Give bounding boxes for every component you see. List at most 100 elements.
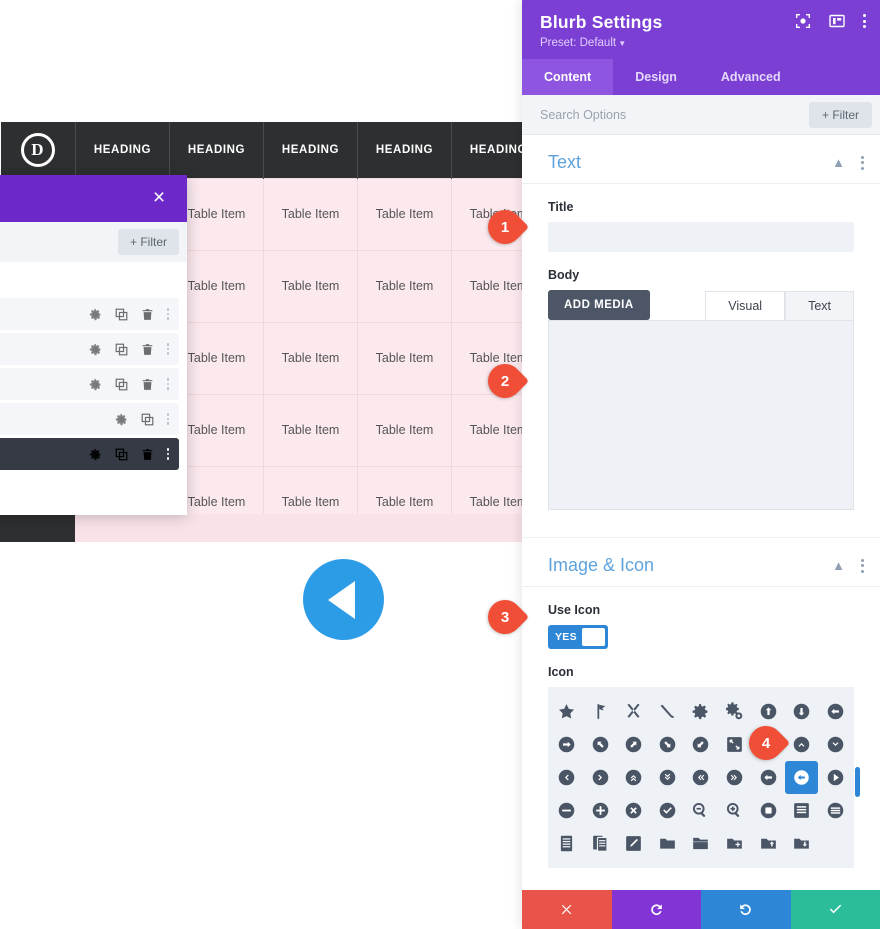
duplicate-icon[interactable] bbox=[115, 343, 128, 356]
layer-row[interactable] bbox=[0, 368, 179, 400]
tools-cross-icon[interactable] bbox=[617, 695, 651, 728]
layer-row[interactable]: Column bbox=[0, 403, 179, 435]
more-vertical-icon[interactable] bbox=[166, 308, 169, 320]
tab-advanced[interactable]: Advanced bbox=[699, 59, 803, 95]
circle-arrow-up-icon[interactable] bbox=[751, 695, 785, 728]
circle-arrow-left-button[interactable] bbox=[303, 559, 384, 640]
target-icon[interactable] bbox=[795, 13, 811, 29]
folder-download-icon[interactable] bbox=[785, 827, 819, 860]
circle-arrow-downleft-icon[interactable] bbox=[684, 728, 718, 761]
layers-panel-padding bbox=[0, 473, 187, 515]
circle-double-right-icon[interactable] bbox=[718, 761, 752, 794]
zoom-in-icon[interactable] bbox=[718, 794, 752, 827]
use-icon-toggle[interactable]: YES bbox=[548, 625, 608, 649]
trash-icon[interactable] bbox=[141, 343, 154, 356]
circle-arrow-down-icon[interactable] bbox=[785, 695, 819, 728]
icon-grid-scrollbar[interactable] bbox=[855, 767, 860, 797]
layer-row[interactable] bbox=[0, 333, 179, 365]
circle-double-down-icon[interactable] bbox=[651, 761, 685, 794]
chevron-up-icon[interactable]: ▲ bbox=[832, 558, 845, 573]
menu-icon[interactable] bbox=[818, 794, 852, 827]
folder-add-icon[interactable] bbox=[718, 827, 752, 860]
tab-design[interactable]: Design bbox=[613, 59, 699, 95]
close-icon[interactable]: × bbox=[149, 187, 169, 208]
more-vertical-icon[interactable] bbox=[166, 378, 169, 390]
gear-icon[interactable] bbox=[89, 343, 102, 356]
more-vertical-icon[interactable] bbox=[863, 14, 866, 28]
title-input[interactable] bbox=[548, 222, 854, 252]
circle-arrow-left-selected-icon-selected[interactable] bbox=[784, 761, 819, 794]
layout-panel-icon[interactable] bbox=[829, 13, 845, 29]
duplicate-icon[interactable] bbox=[115, 308, 128, 321]
circle-chevron-right-icon[interactable] bbox=[584, 761, 618, 794]
gear-icon[interactable] bbox=[89, 448, 102, 461]
more-vertical-icon[interactable] bbox=[861, 155, 864, 170]
redo-button[interactable] bbox=[701, 890, 791, 929]
section-header-image-icon[interactable]: Image & Icon ▲ bbox=[522, 537, 880, 587]
layer-row[interactable] bbox=[0, 298, 179, 330]
more-vertical-icon[interactable] bbox=[166, 448, 169, 460]
duplicate-icon[interactable] bbox=[115, 448, 128, 461]
circle-minus-icon[interactable] bbox=[550, 794, 584, 827]
settings-search-bar: Search Options + Filter bbox=[522, 95, 880, 135]
trash-icon[interactable] bbox=[141, 308, 154, 321]
list-icon[interactable] bbox=[785, 794, 819, 827]
circle-chevron-down-icon[interactable] bbox=[818, 728, 852, 761]
filter-button[interactable]: + Filter bbox=[808, 101, 872, 128]
preset-selector[interactable]: Preset: Default ▼ bbox=[540, 37, 862, 49]
duplicate-icon[interactable] bbox=[141, 413, 154, 426]
circle-arrow-left-icon[interactable] bbox=[818, 695, 852, 728]
layer-row-selected[interactable]: Blurb bbox=[0, 438, 179, 470]
circle-arrow-upright-icon[interactable] bbox=[617, 728, 651, 761]
circle-double-up-icon[interactable] bbox=[617, 761, 651, 794]
duplicate-icon[interactable] bbox=[115, 378, 128, 391]
more-vertical-icon[interactable] bbox=[166, 343, 169, 355]
add-media-button[interactable]: ADD MEDIA bbox=[548, 290, 650, 320]
document-lines-icon[interactable] bbox=[550, 827, 584, 860]
tab-visual[interactable]: Visual bbox=[705, 291, 786, 320]
annotation-marker-2: 2 bbox=[480, 356, 538, 406]
chevron-up-icon[interactable]: ▲ bbox=[832, 155, 845, 170]
wrench-icon[interactable] bbox=[651, 695, 685, 728]
circle-arrow-downright-icon[interactable] bbox=[651, 728, 685, 761]
circle-check-icon[interactable] bbox=[651, 794, 685, 827]
circle-arrow-right-icon[interactable] bbox=[550, 728, 584, 761]
circle-chevron-left-icon[interactable] bbox=[550, 761, 584, 794]
folder-open-icon[interactable] bbox=[684, 827, 718, 860]
folder-icon[interactable] bbox=[651, 827, 685, 860]
search-input[interactable]: Search Options bbox=[540, 108, 626, 122]
gear-icon[interactable] bbox=[115, 413, 128, 426]
save-button[interactable] bbox=[790, 890, 880, 929]
folder-upload-icon[interactable] bbox=[751, 827, 785, 860]
tab-text[interactable]: Text bbox=[785, 291, 854, 320]
documents-icon[interactable] bbox=[584, 827, 618, 860]
zoom-out-icon[interactable] bbox=[684, 794, 718, 827]
collapse-all-label[interactable]: Collapse All bbox=[0, 262, 187, 298]
star-icon[interactable] bbox=[550, 695, 584, 728]
layers-filter-button[interactable]: + Filter bbox=[117, 229, 179, 255]
circle-close-icon[interactable] bbox=[617, 794, 651, 827]
gear-icon[interactable] bbox=[89, 308, 102, 321]
gear-icon[interactable] bbox=[89, 378, 102, 391]
tab-content[interactable]: Content bbox=[522, 59, 614, 95]
trash-icon[interactable] bbox=[141, 448, 154, 461]
circle-stop-icon[interactable] bbox=[751, 794, 785, 827]
layers-panel-header: × bbox=[0, 175, 187, 222]
undo-button[interactable] bbox=[611, 890, 701, 929]
gears-icon[interactable] bbox=[718, 695, 752, 728]
circle-double-left-icon[interactable] bbox=[684, 761, 718, 794]
flag-icon[interactable] bbox=[584, 695, 618, 728]
body-textarea[interactable] bbox=[548, 320, 854, 510]
more-vertical-icon[interactable] bbox=[861, 558, 864, 573]
section-header-text[interactable]: Text ▲ bbox=[522, 135, 880, 184]
circle-arrow-left-thin-icon[interactable] bbox=[751, 761, 785, 794]
cancel-button[interactable] bbox=[522, 890, 612, 929]
pencil-diagonal-icon[interactable] bbox=[617, 827, 651, 860]
contract-icon[interactable] bbox=[718, 728, 752, 761]
circle-arrow-upleft-icon[interactable] bbox=[584, 728, 618, 761]
gear-icon[interactable] bbox=[684, 695, 718, 728]
more-vertical-icon[interactable] bbox=[166, 413, 169, 425]
circle-plus-icon[interactable] bbox=[584, 794, 618, 827]
circle-play-icon[interactable] bbox=[818, 761, 852, 794]
trash-icon[interactable] bbox=[141, 378, 154, 391]
